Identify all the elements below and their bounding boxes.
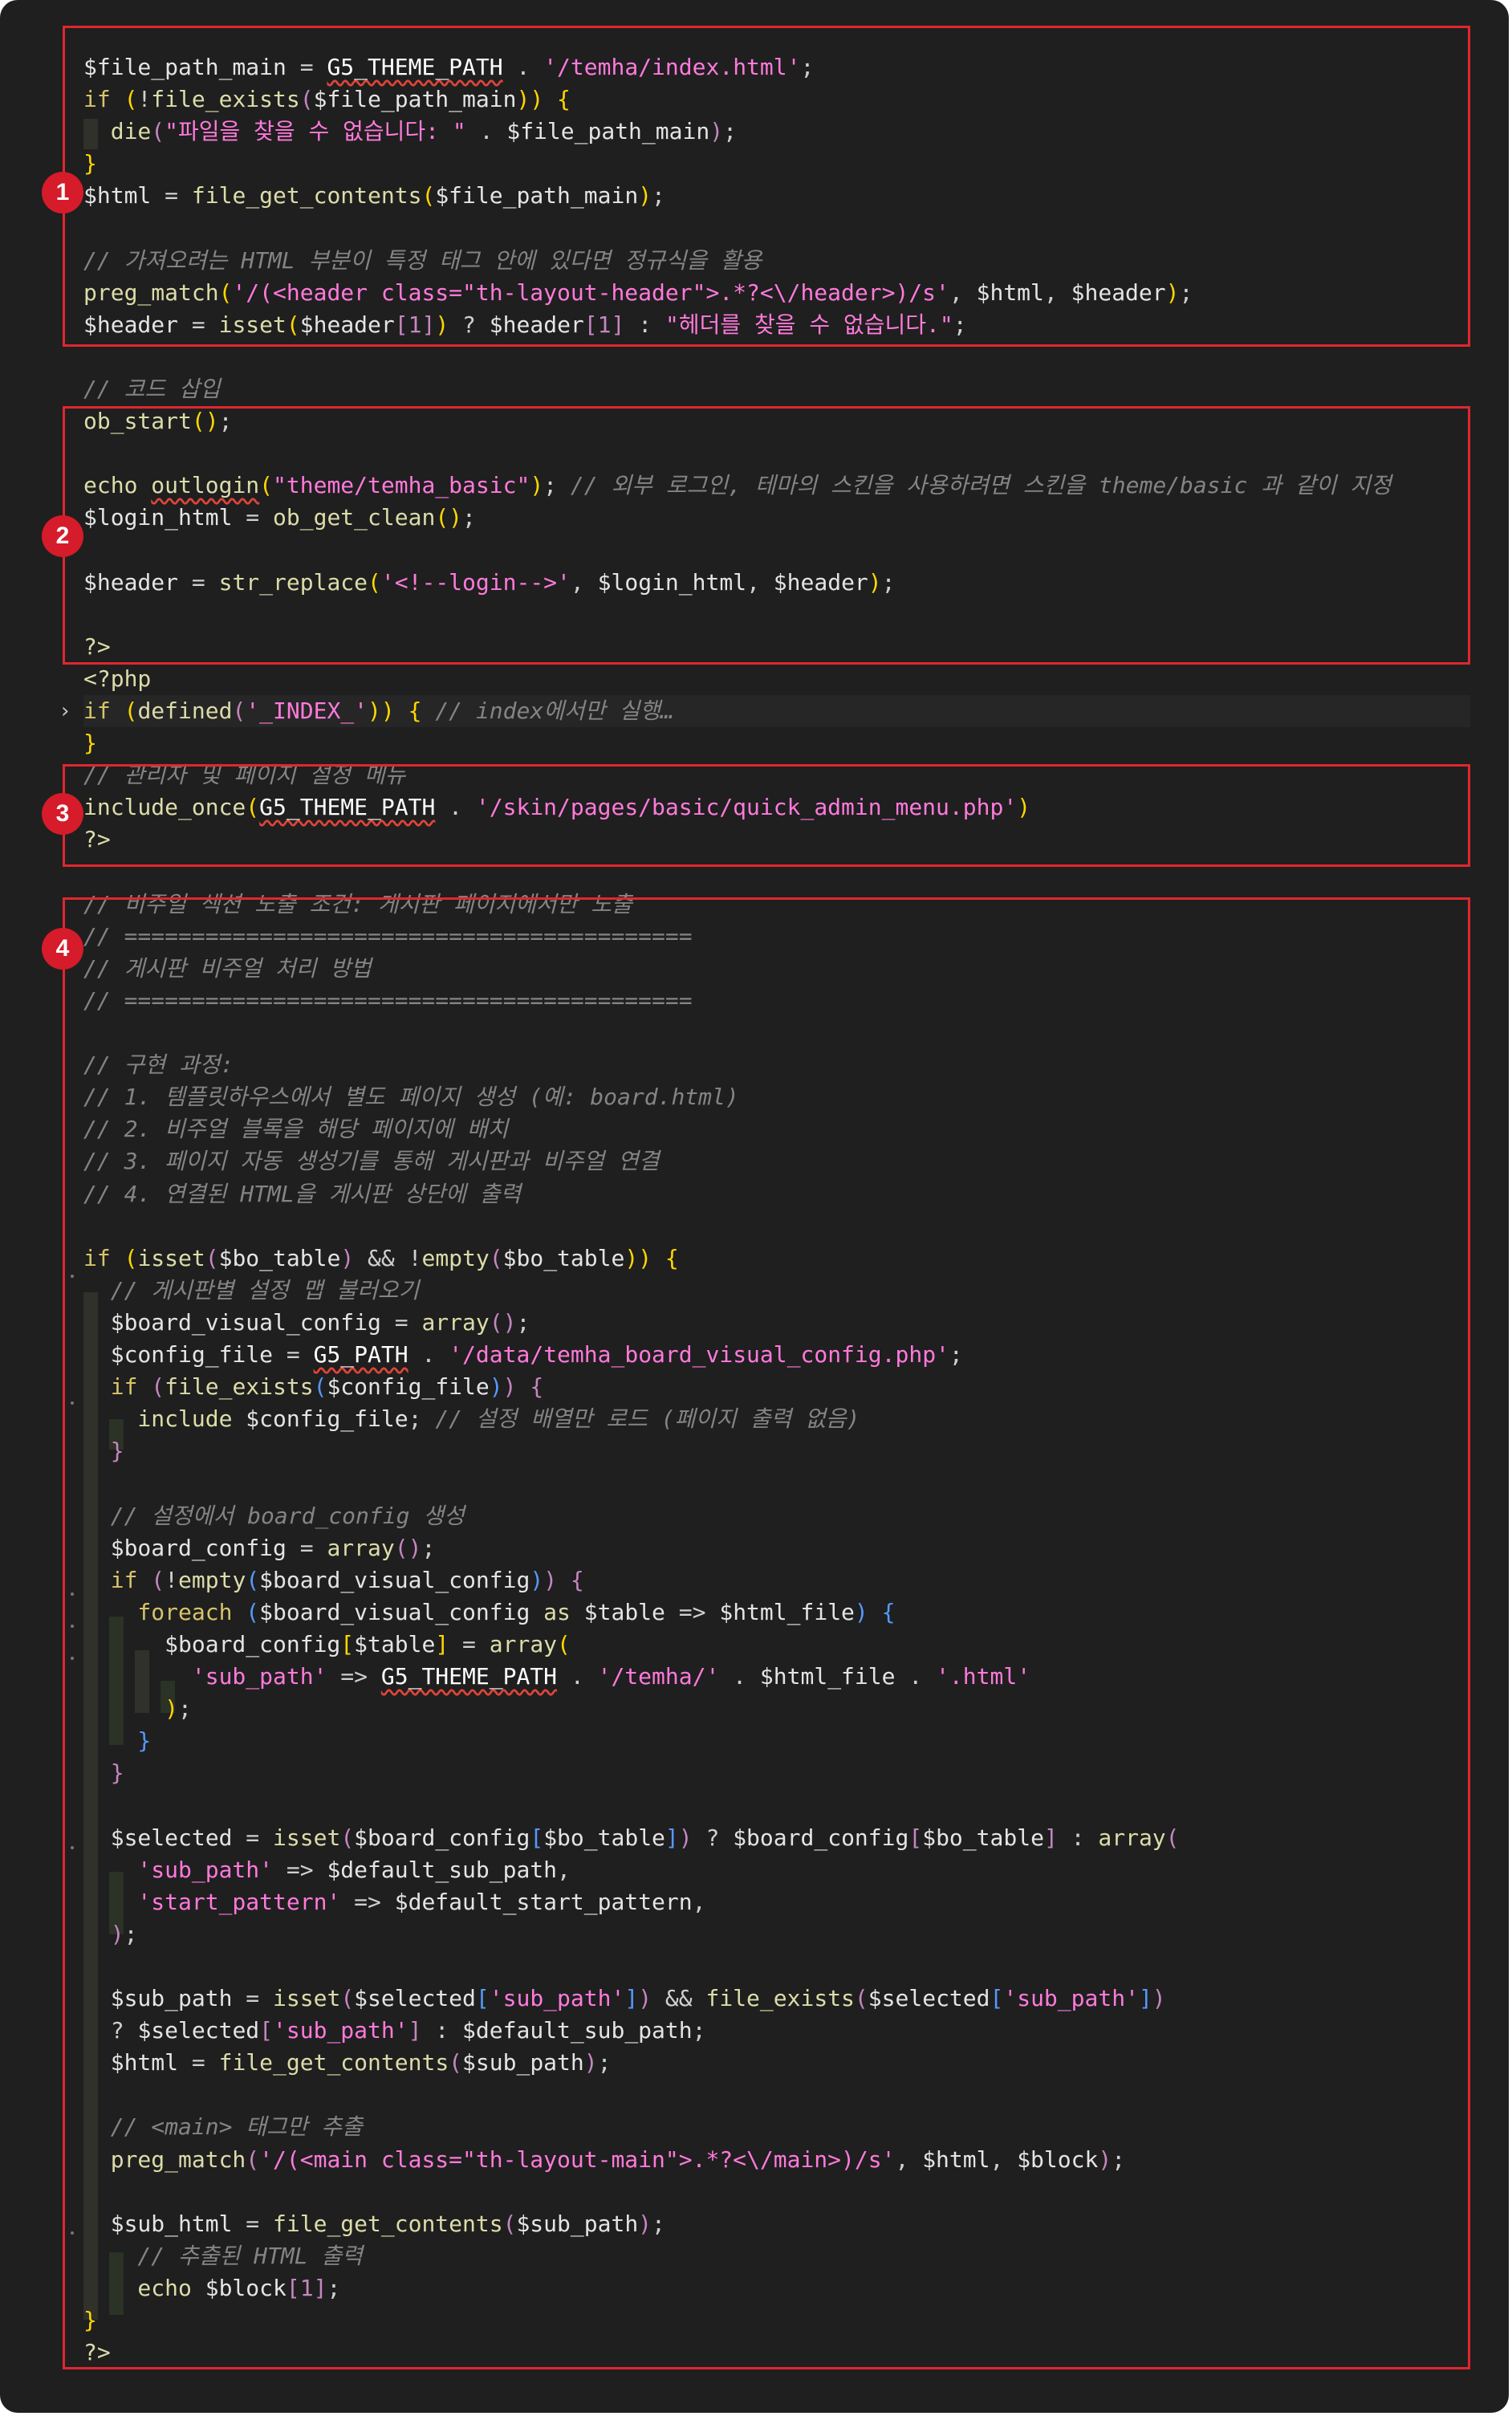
code-token: // index에서만 실행… [435, 698, 674, 724]
step-badge-1: 1 [42, 172, 83, 214]
code-line[interactable]: } [0, 727, 1509, 759]
code-line[interactable]: // 코드 삽입 [0, 373, 1509, 405]
code-token: ( [110, 698, 138, 724]
code-token: // 코드 삽입 [83, 376, 221, 402]
code-token: ( [232, 698, 246, 724]
highlight-box-3 [63, 764, 1470, 867]
code-token: } [83, 730, 97, 757]
step-badge-2: 2 [42, 515, 83, 557]
code-text: <?php [83, 663, 151, 695]
code-line[interactable]: <?php [0, 663, 1509, 695]
code-token: defined [137, 698, 233, 724]
code-line[interactable]: if (defined('_INDEX_')) { // index에서만 실행… [83, 695, 1470, 727]
highlight-box-2 [63, 406, 1470, 665]
step-badge-4: 4 [42, 928, 83, 970]
chevron-right-icon[interactable]: › [61, 695, 69, 727]
code-text: if (defined('_INDEX_')) { // index에서만 실행… [83, 695, 674, 727]
code-text: } [83, 727, 97, 759]
code-token: { [394, 698, 436, 724]
code-token: if [83, 698, 111, 724]
step-badge-3: 3 [42, 793, 83, 835]
code-token: )) [368, 698, 395, 724]
highlight-box-1 [63, 26, 1470, 347]
code-token: <?php [83, 665, 152, 692]
code-text: // 코드 삽입 [83, 373, 220, 405]
highlight-box-4 [63, 897, 1470, 2369]
code-token: '_INDEX_' [246, 698, 368, 724]
